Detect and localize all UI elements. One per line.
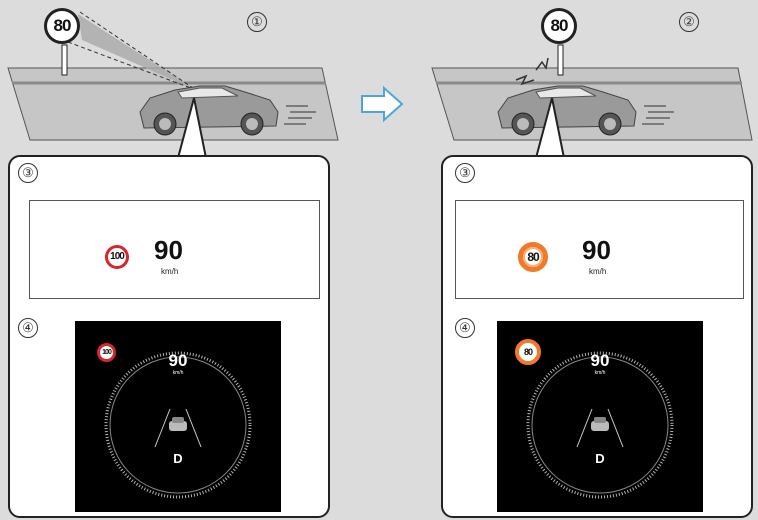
left-hud-speed-unit: km/h: [161, 267, 179, 276]
left-hud-display: 100 90 km/h: [29, 200, 320, 299]
left-panel: ③ 100 90 km/h ④ 100 90 km/h D: [8, 155, 330, 518]
right-cluster-gear: D: [595, 451, 605, 466]
left-hud-speed-sign: 100: [105, 245, 129, 269]
right-instrument-cluster: 80 90 km/h D: [497, 321, 703, 512]
right-road-scene: [431, 44, 753, 159]
left-cluster-speed-unit: km/h: [172, 370, 184, 376]
right-sign-post: [557, 44, 564, 76]
right-hud-marker: ③: [455, 163, 475, 183]
right-panel: ③ 80 90 km/h ④ 80 90 km/h D: [441, 155, 753, 518]
right-cluster-speed-sign: 80: [515, 339, 541, 365]
left-cluster-marker: ④: [18, 318, 38, 338]
right-step-marker: ②: [679, 12, 699, 32]
right-cluster-speed-unit: km/h: [594, 370, 606, 376]
left-sign-post: [61, 44, 68, 76]
left-cluster-car-icon: [169, 417, 187, 431]
left-hud-speed: 90: [154, 235, 183, 265]
left-cluster-speed: 90: [168, 351, 188, 370]
right-cluster-car-icon: [591, 417, 609, 431]
right-cluster-speed: 90: [590, 351, 610, 370]
left-cluster-speed-sign: 100: [97, 343, 116, 362]
transition-arrow-icon: [361, 85, 404, 123]
left-instrument-cluster: 100 90 km/h D: [75, 321, 281, 512]
right-hud-speed-unit: km/h: [589, 267, 607, 276]
right-hud-speed: 90: [582, 235, 611, 265]
right-hud-display: 80 90 km/h: [455, 200, 744, 299]
left-step-marker: ①: [247, 12, 267, 32]
right-hud-speed-sign: 80: [518, 242, 548, 272]
right-cluster-marker: ④: [455, 318, 475, 338]
left-cluster-gear: D: [173, 451, 183, 466]
right-road-sign: 80: [541, 8, 577, 44]
left-hud-marker: ③: [18, 163, 38, 183]
left-road-sign: 80: [44, 8, 80, 44]
